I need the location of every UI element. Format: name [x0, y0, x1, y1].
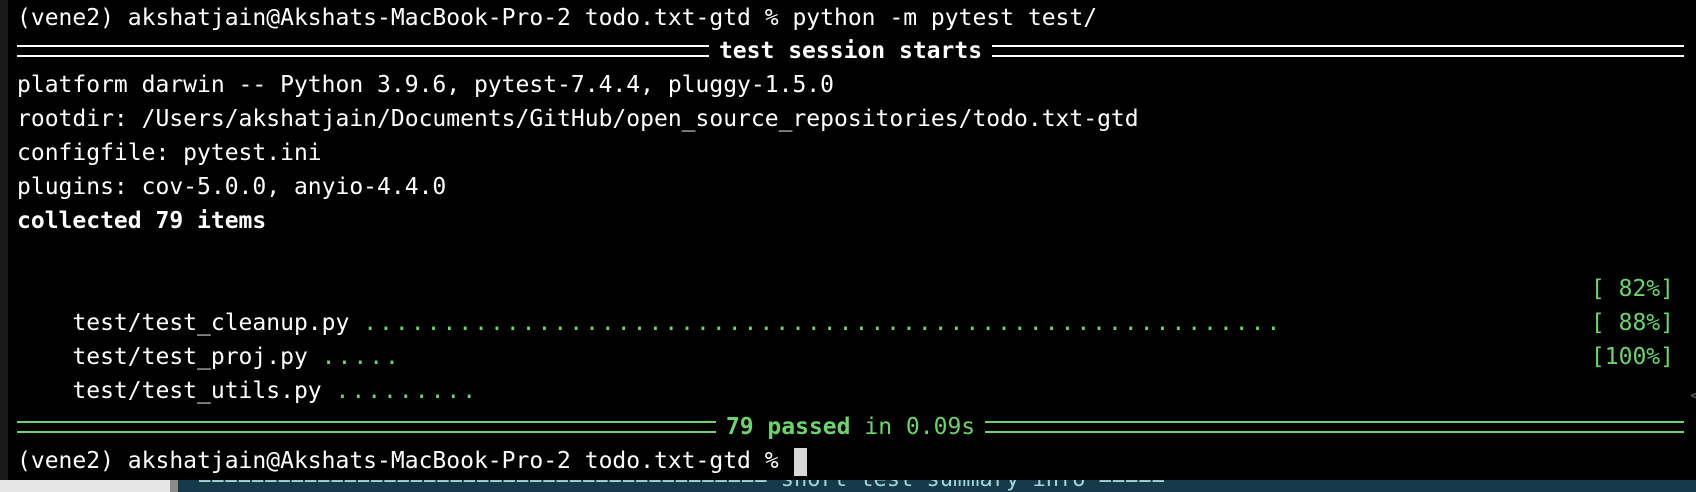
- configfile-info: configfile: pytest.ini: [17, 140, 322, 166]
- background-divider: [170, 480, 178, 492]
- separator-rule-left: [17, 45, 709, 57]
- summary-separator: 79 passed in 0.09s: [17, 410, 1685, 444]
- separator-rule-left: [17, 421, 716, 433]
- session-header-separator: test session starts: [17, 34, 1685, 68]
- background-partial-text: ========================================…: [198, 480, 1165, 492]
- command-prompt-line[interactable]: (vene2) akshatjain@Akshats-MacBook-Pro-2…: [17, 444, 808, 478]
- separator-rule-right: [992, 45, 1685, 57]
- test-result-row: test/test_cleanup.py ...................…: [17, 272, 1674, 336]
- platform-info: platform darwin -- Python 3.9.6, pytest-…: [17, 72, 834, 98]
- summary-passed: 79 passed: [725, 414, 851, 440]
- test-percent: [ 82%]: [1590, 276, 1674, 302]
- background-summary-text: short test summary info: [781, 480, 1086, 492]
- test-percent: [ 88%]: [1590, 310, 1674, 336]
- command-prompt-line: (vene2) akshatjain@Akshats-MacBook-Pro-2…: [17, 5, 1098, 31]
- test-result-row: test/test_utils.py ......... [100%]: [17, 340, 1674, 404]
- background-window: ========================================…: [0, 480, 1696, 492]
- test-file-name: test/test_utils.py: [72, 378, 322, 404]
- collected-items: collected 79 items: [17, 208, 267, 234]
- summary-duration: in 0.09s: [864, 414, 976, 440]
- prompt-text: (vene2) akshatjain@Akshats-MacBook-Pro-2…: [17, 448, 793, 474]
- test-percent: [100%]: [1590, 344, 1674, 370]
- summary-label: 79 passed in 0.09s: [716, 410, 985, 444]
- background-terminal-panel: ========================================…: [178, 480, 1696, 492]
- session-header-label: test session starts: [718, 38, 983, 64]
- test-result-row: test/test_proj.py ..... [ 88%]: [17, 306, 1674, 370]
- separator-rule-right: [985, 421, 1685, 433]
- rootdir-info: rootdir: /Users/akshatjain/Documents/Git…: [17, 106, 1139, 132]
- window-resize-handle-icon[interactable]: <: [1690, 382, 1696, 408]
- terminal-window[interactable]: (vene2) akshatjain@Akshats-MacBook-Pro-2…: [8, 0, 1696, 480]
- text-cursor: [794, 447, 808, 476]
- test-progress-dots: .........: [335, 378, 479, 404]
- plugins-info: plugins: cov-5.0.0, anyio-4.4.0: [17, 174, 447, 200]
